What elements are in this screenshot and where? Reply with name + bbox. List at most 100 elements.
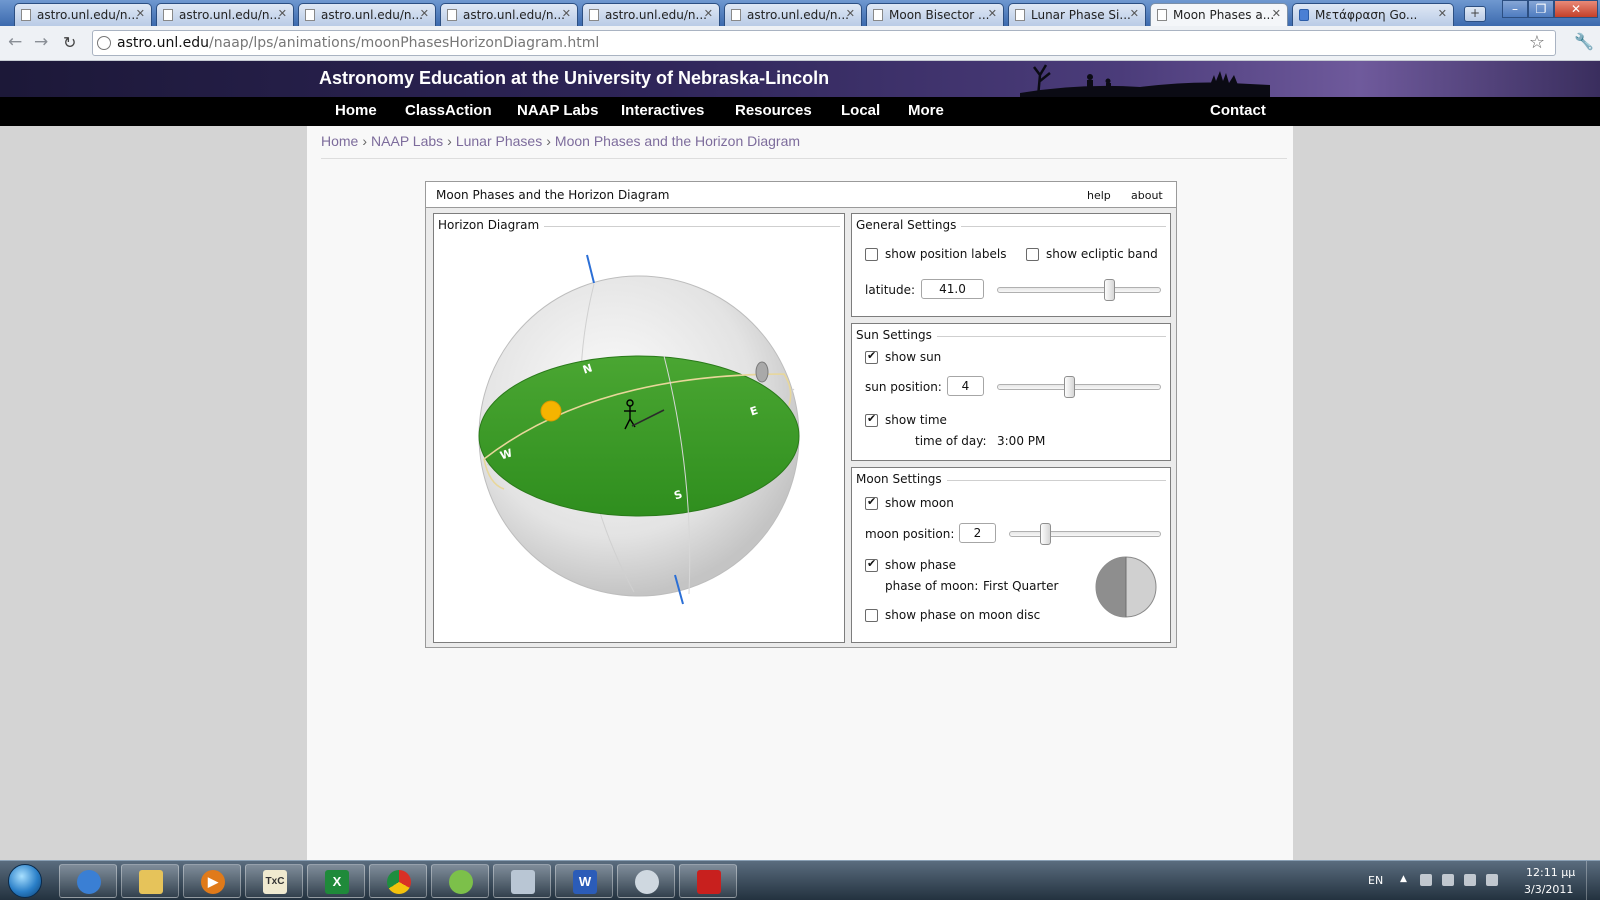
minimize-button[interactable]: – — [1502, 0, 1528, 18]
forward-arrow-icon[interactable]: → — [34, 32, 48, 52]
network-icon[interactable] — [1464, 874, 1476, 886]
menu-naap-labs[interactable]: NAAP Labs — [517, 102, 598, 119]
horizon-diagram-canvas[interactable]: N E S W — [434, 214, 844, 642]
show-time-checkbox[interactable]: ✔ — [865, 412, 878, 427]
moon-position-slider[interactable] — [1009, 531, 1161, 537]
help-link[interactable]: help — [1087, 189, 1111, 202]
breadcrumb-home[interactable]: Home — [321, 133, 358, 149]
show-sun-checkbox[interactable]: ✔ — [865, 349, 878, 364]
close-icon[interactable]: ✕ — [1130, 7, 1139, 20]
menu-contact[interactable]: Contact — [1210, 102, 1266, 119]
tab-9-active[interactable]: Moon Phases a... ✕ — [1150, 3, 1288, 26]
excel-logo: X — [325, 870, 349, 894]
address-bar[interactable]: astro.unl.edu/naap/lps/animations/moonPh… — [92, 30, 1556, 56]
sun-settings-title: Sun Settings — [856, 328, 937, 342]
browser-toolbar: ← → ↻ astro.unl.edu/naap/lps/animations/… — [0, 26, 1600, 61]
page-icon — [447, 9, 457, 21]
show-moon-checkbox[interactable]: ✔ — [865, 495, 878, 510]
latitude-slider[interactable] — [997, 287, 1161, 293]
tab-2[interactable]: astro.unl.edu/n... ✕ — [156, 3, 294, 26]
show-ecliptic-band-checkbox[interactable] — [1026, 248, 1039, 261]
start-button[interactable] — [8, 864, 42, 898]
clock-time[interactable]: 12:11 μμ — [1526, 866, 1575, 879]
tab-5[interactable]: astro.unl.edu/n... ✕ — [582, 3, 720, 26]
close-icon[interactable]: ✕ — [1272, 7, 1281, 20]
app-icon[interactable] — [431, 864, 489, 898]
about-link[interactable]: about — [1131, 189, 1163, 202]
close-icon[interactable]: ✕ — [1438, 7, 1447, 20]
back-arrow-icon[interactable]: ← — [8, 32, 22, 52]
breadcrumb-naap-labs[interactable]: NAAP Labs — [371, 133, 443, 149]
menu-more[interactable]: More — [908, 102, 944, 119]
media-player-icon[interactable]: ▶ — [183, 864, 241, 898]
close-icon[interactable]: ✕ — [278, 7, 287, 20]
sun-position-slider[interactable] — [997, 384, 1161, 390]
tab-1[interactable]: astro.unl.edu/n... ✕ — [14, 3, 152, 26]
window-close-button[interactable]: ✕ — [1554, 0, 1598, 18]
clock-date[interactable]: 3/3/2011 — [1524, 883, 1573, 896]
menu-resources[interactable]: Resources — [735, 102, 812, 119]
close-icon[interactable]: ✕ — [846, 7, 855, 20]
tab-1-label: astro.unl.edu/n... — [37, 8, 139, 22]
internet-explorer-icon[interactable] — [59, 864, 117, 898]
general-settings-title: General Settings — [856, 218, 962, 232]
tab-3[interactable]: astro.unl.edu/n... ✕ — [298, 3, 436, 26]
menu-interactives[interactable]: Interactives — [621, 102, 704, 119]
show-position-labels-checkbox[interactable] — [865, 248, 878, 261]
show-phase-checkbox[interactable]: ✔ — [865, 557, 878, 572]
close-icon[interactable]: ✕ — [704, 7, 713, 20]
breadcrumb-lunar-phases[interactable]: Lunar Phases — [456, 133, 542, 149]
moon-settings-panel: Moon Settings ✔ show moon moon position:… — [851, 467, 1171, 643]
txc-logo: TxC — [263, 870, 287, 894]
paint-icon[interactable] — [617, 864, 675, 898]
file-explorer-icon[interactable] — [121, 864, 179, 898]
volume-icon[interactable] — [1486, 874, 1498, 886]
breadcrumb-separator: › — [362, 133, 368, 149]
tab-7[interactable]: Moon Bisector ... ✕ — [866, 3, 1004, 26]
excel-icon[interactable]: X — [307, 864, 365, 898]
latitude-slider-thumb[interactable] — [1104, 279, 1116, 301]
breadcrumb-separator: › — [447, 133, 452, 149]
tab-8[interactable]: Lunar Phase Si... ✕ — [1008, 3, 1146, 26]
latitude-field[interactable]: 41.0 — [921, 279, 984, 299]
close-icon[interactable]: ✕ — [420, 7, 429, 20]
phase-of-moon-label: phase of moon: — [885, 579, 979, 593]
show-desktop-button[interactable] — [1586, 861, 1600, 900]
show-phase-on-moon-disc-checkbox[interactable] — [865, 609, 878, 622]
close-icon[interactable]: ✕ — [988, 7, 997, 20]
sun-disc[interactable] — [540, 400, 562, 422]
moon-disc[interactable] — [755, 361, 769, 383]
word-icon[interactable]: W — [555, 864, 613, 898]
txc-icon[interactable]: TxC — [245, 864, 303, 898]
show-hidden-icons-icon[interactable]: ▲ — [1400, 874, 1407, 884]
language-indicator[interactable]: EN — [1368, 874, 1383, 887]
tab-10[interactable]: Μετάφραση Go... ✕ — [1292, 3, 1454, 26]
menu-home[interactable]: Home — [335, 102, 377, 119]
wrench-icon[interactable]: 🔧 — [1574, 32, 1594, 51]
calculator-icon[interactable] — [493, 864, 551, 898]
reload-icon[interactable]: ↻ — [63, 33, 76, 52]
checkmark-icon: ✔ — [867, 349, 877, 362]
close-icon[interactable]: ✕ — [562, 7, 571, 20]
chrome-icon[interactable] — [369, 864, 427, 898]
menu-classaction[interactable]: ClassAction — [405, 102, 492, 119]
action-center-icon[interactable] — [1420, 874, 1432, 886]
tab-6[interactable]: astro.unl.edu/n... ✕ — [724, 3, 862, 26]
moon-position-field[interactable]: 2 — [959, 523, 996, 543]
device-icon[interactable] — [1442, 874, 1454, 886]
tab-9-label: Moon Phases a... — [1173, 8, 1275, 22]
close-icon[interactable]: ✕ — [136, 7, 145, 20]
latitude-label: latitude: — [865, 283, 916, 297]
maximize-button[interactable]: ❐ — [1528, 0, 1554, 18]
page-icon — [163, 9, 173, 21]
acrobat-icon[interactable] — [679, 864, 737, 898]
menu-local[interactable]: Local — [841, 102, 880, 119]
tab-4[interactable]: astro.unl.edu/n... ✕ — [440, 3, 578, 26]
sun-position-label: sun position: — [865, 380, 942, 394]
sun-position-slider-thumb[interactable] — [1064, 376, 1076, 398]
moon-position-slider-thumb[interactable] — [1040, 523, 1052, 545]
new-tab-button[interactable]: + — [1464, 6, 1486, 22]
bookmark-star-icon[interactable]: ☆ — [1529, 32, 1545, 53]
panel-divider — [946, 480, 1166, 481]
sun-position-field[interactable]: 4 — [947, 376, 984, 396]
